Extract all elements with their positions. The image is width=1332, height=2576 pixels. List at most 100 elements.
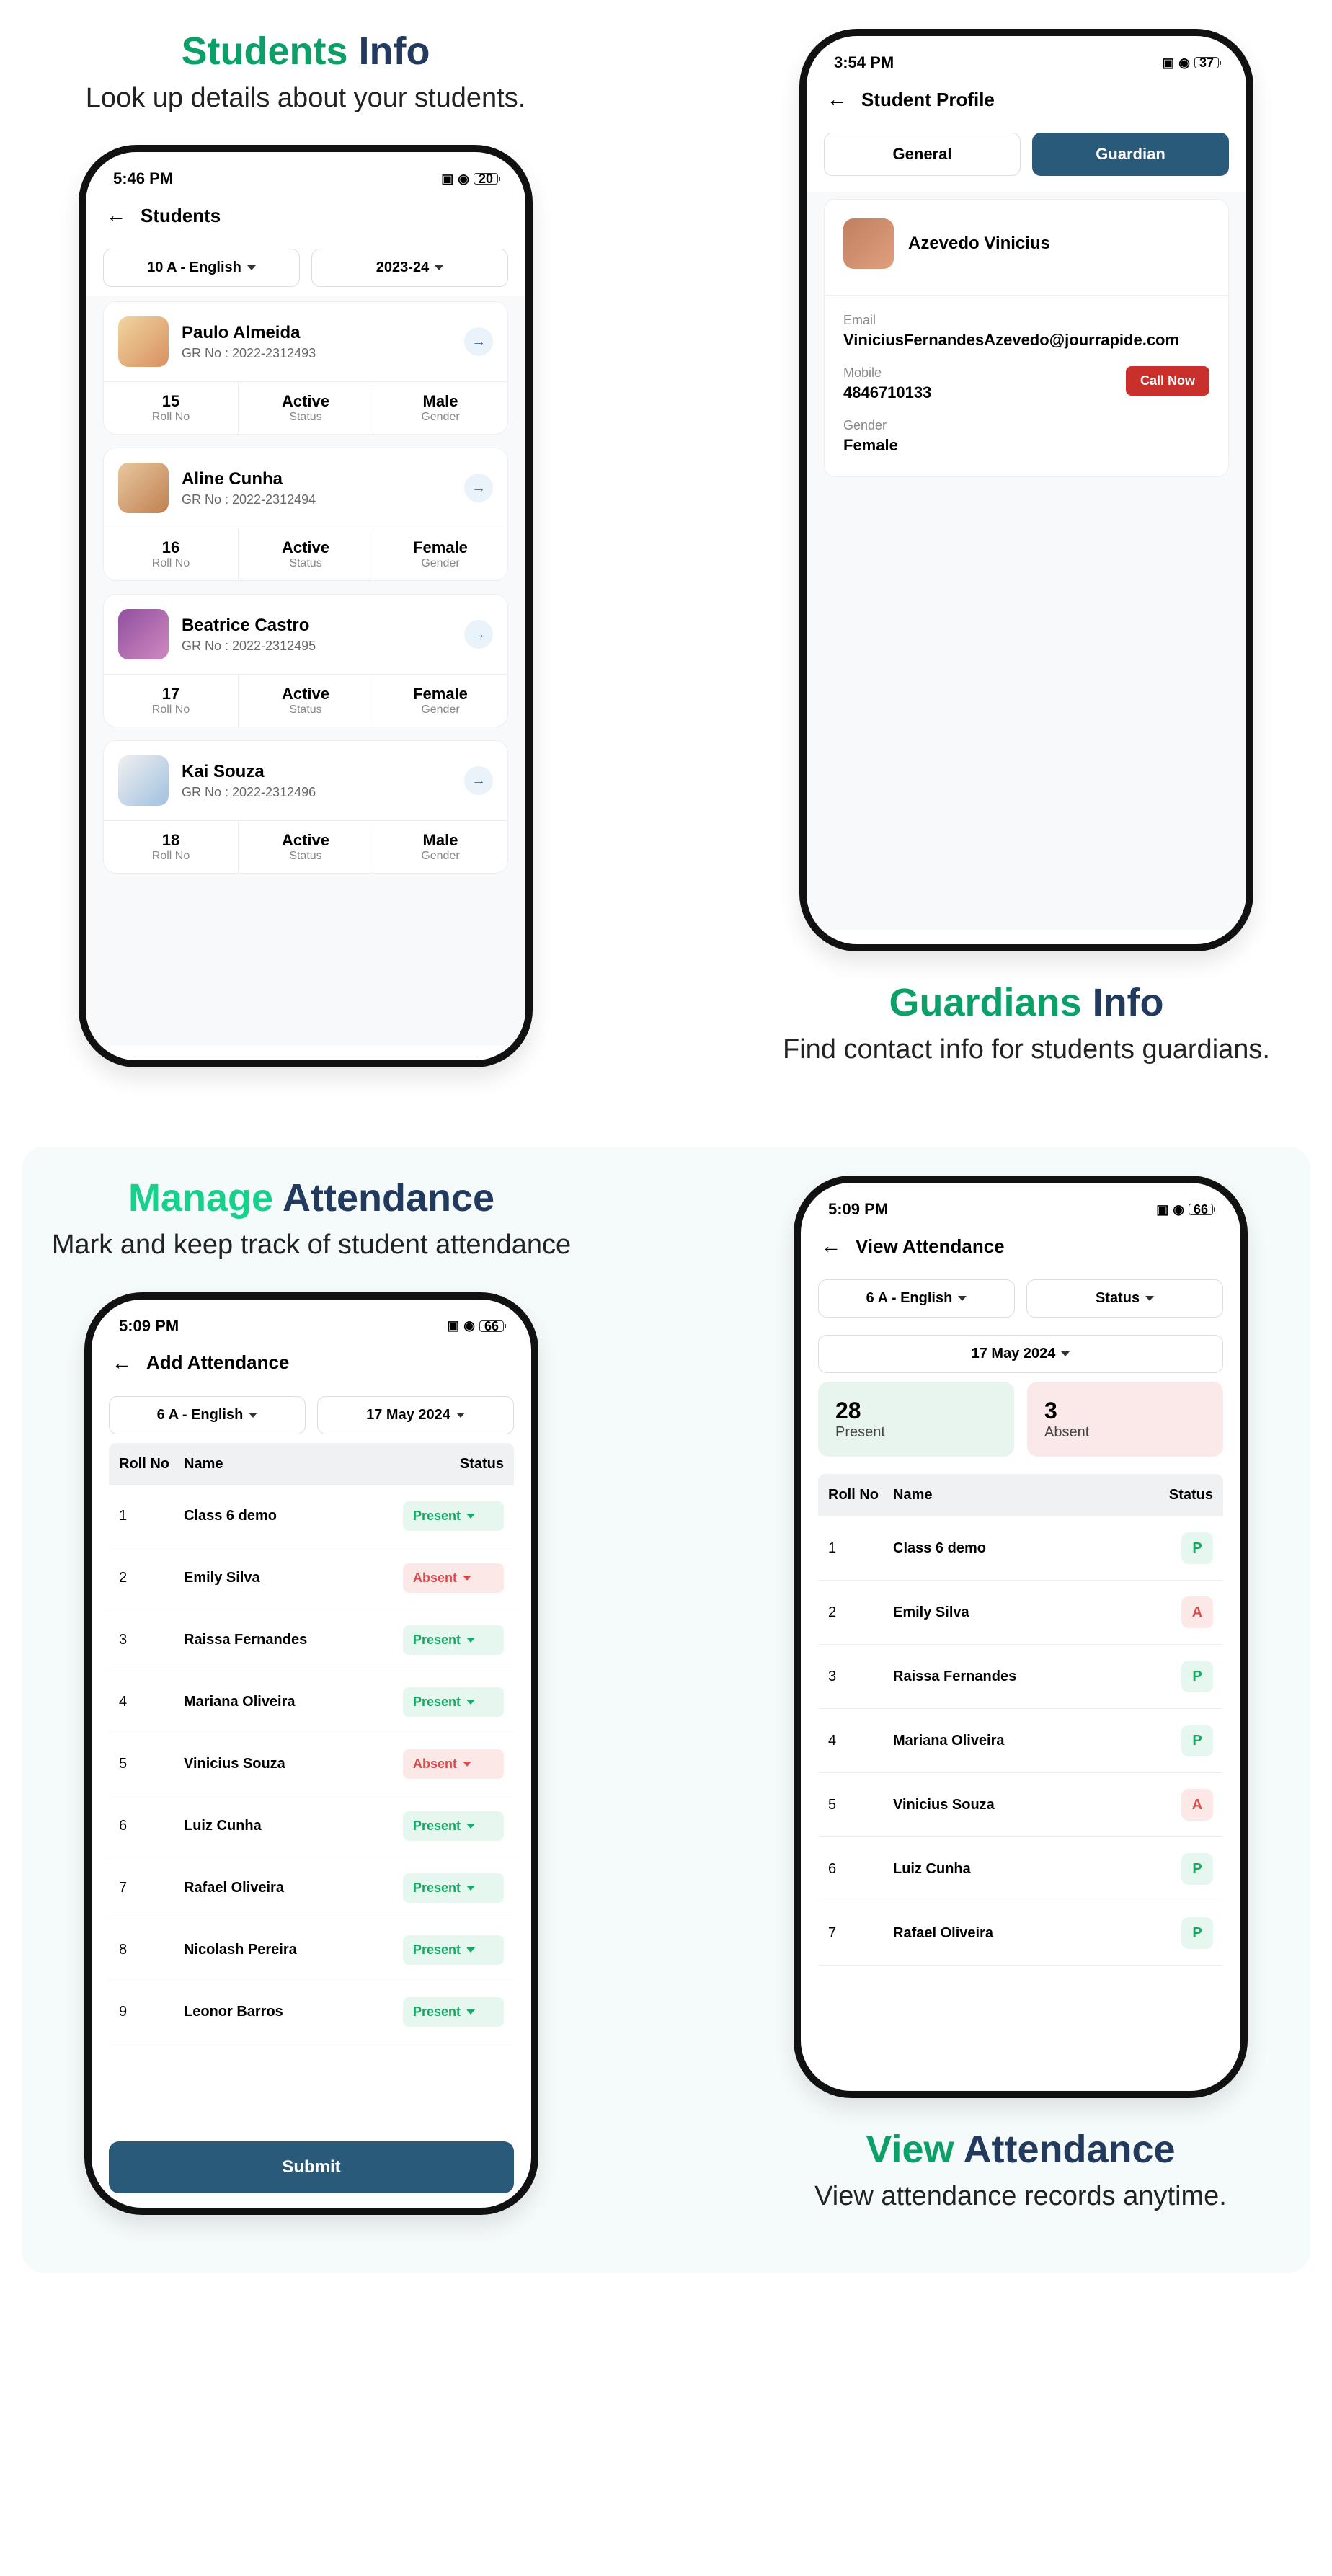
status-dropdown[interactable]: Present xyxy=(403,1997,504,2027)
status-dropdown[interactable]: Present xyxy=(403,1625,504,1655)
filter-class[interactable]: 6 A - English xyxy=(818,1279,1015,1318)
filter-date[interactable]: 17 May 2024 xyxy=(317,1396,514,1434)
header-status: Status xyxy=(403,1456,504,1473)
call-now-button[interactable]: Call Now xyxy=(1126,366,1209,396)
view-attendance-title: View Attendance xyxy=(866,2127,1175,2172)
status-dropdown[interactable]: Present xyxy=(403,1811,504,1841)
cell-roll: 4 xyxy=(828,1733,893,1749)
status-badge: A xyxy=(1181,1789,1213,1821)
phone-profile: 3:54 PM ▣ ◉ 37 ← Student Profile General… xyxy=(799,29,1253,951)
table-row: 9Leonor BarrosPresent xyxy=(109,1981,514,2043)
tab-guardian[interactable]: Guardian xyxy=(1032,133,1229,176)
arrow-right-icon[interactable]: → xyxy=(464,766,493,795)
cell-name: Vinicius Souza xyxy=(893,1797,1148,1813)
gender-label: Gender xyxy=(373,850,507,863)
page-title: View Attendance xyxy=(856,1235,1005,1258)
back-icon[interactable]: ← xyxy=(827,88,847,111)
student-gr: GR No : 2022-2312494 xyxy=(182,492,316,507)
student-name: Kai Souza xyxy=(182,762,316,782)
camera-icon: ▣ xyxy=(441,172,453,187)
wifi-icon: ◉ xyxy=(463,1318,475,1333)
present-count: 28 xyxy=(835,1398,997,1424)
student-gr: GR No : 2022-2312496 xyxy=(182,785,316,800)
chevron-down-icon xyxy=(466,1886,475,1891)
roll-label: Roll No xyxy=(104,850,238,863)
arrow-right-icon[interactable]: → xyxy=(464,327,493,356)
status-bar: 5:46 PM ▣ ◉ 20 xyxy=(103,166,508,191)
camera-icon: ▣ xyxy=(447,1318,459,1333)
status-value: Active xyxy=(239,685,373,703)
filter-class[interactable]: 10 A - English xyxy=(103,249,300,287)
filter-status[interactable]: Status xyxy=(1026,1279,1223,1318)
avatar xyxy=(118,463,169,513)
roll-value: 16 xyxy=(104,538,238,557)
wifi-icon: ◉ xyxy=(1178,55,1190,71)
battery-icon: 66 xyxy=(1189,1204,1213,1215)
cell-name: Rafael Oliveira xyxy=(184,1880,403,1896)
avatar xyxy=(843,218,894,269)
student-gr: GR No : 2022-2312495 xyxy=(182,639,316,654)
status-dropdown[interactable]: Present xyxy=(403,1873,504,1903)
battery-icon: 20 xyxy=(474,173,498,185)
cell-roll: 2 xyxy=(828,1604,893,1621)
wifi-icon: ◉ xyxy=(458,172,469,187)
arrow-right-icon[interactable]: → xyxy=(464,474,493,502)
cell-name: Mariana Oliveira xyxy=(184,1694,403,1710)
back-icon[interactable]: ← xyxy=(106,204,126,227)
status-dropdown[interactable]: Present xyxy=(403,1935,504,1965)
filter-date[interactable]: 17 May 2024 xyxy=(818,1335,1223,1373)
chevron-down-icon xyxy=(463,1576,471,1581)
view-attendance-subtitle: View attendance records anytime. xyxy=(814,2179,1227,2214)
status-dropdown[interactable]: Present xyxy=(403,1687,504,1717)
back-icon[interactable]: ← xyxy=(112,1351,132,1374)
manage-attendance-subtitle: Mark and keep track of student attendanc… xyxy=(52,1227,571,1263)
table-row: 7Rafael OliveiraPresent xyxy=(109,1857,514,1919)
cell-roll: 6 xyxy=(828,1861,893,1878)
submit-button[interactable]: Submit xyxy=(109,2141,514,2193)
table-row: 3Raissa FernandesPresent xyxy=(109,1609,514,1671)
present-label: Present xyxy=(835,1424,997,1441)
status-dropdown[interactable]: Absent xyxy=(403,1749,504,1779)
cell-name: Luiz Cunha xyxy=(893,1861,1148,1878)
chevron-down-icon xyxy=(466,1638,475,1643)
arrow-right-icon[interactable]: → xyxy=(464,620,493,649)
filter-year[interactable]: 2023-24 xyxy=(311,249,508,287)
header-roll: Roll No xyxy=(828,1487,893,1504)
cell-name: Leonor Barros xyxy=(184,2004,403,2020)
status-dropdown[interactable]: Absent xyxy=(403,1563,504,1593)
header-name: Name xyxy=(184,1456,403,1473)
cell-roll: 7 xyxy=(828,1925,893,1942)
cell-roll: 4 xyxy=(119,1694,184,1710)
cell-name: Rafael Oliveira xyxy=(893,1925,1148,1942)
table-header: Roll No Name Status xyxy=(818,1474,1223,1516)
absent-label: Absent xyxy=(1044,1424,1206,1441)
manage-attendance-title: Manage Attendance xyxy=(128,1176,494,1220)
status-time: 5:09 PM xyxy=(119,1317,179,1336)
chevron-down-icon xyxy=(466,2009,475,2015)
status-time: 3:54 PM xyxy=(834,53,894,72)
status-value: Active xyxy=(239,538,373,557)
table-row: 2Emily SilvaAbsent xyxy=(109,1547,514,1609)
cell-name: Luiz Cunha xyxy=(184,1818,403,1834)
header-name: Name xyxy=(893,1487,1148,1504)
students-info-title: Students Info xyxy=(182,29,430,74)
back-icon[interactable]: ← xyxy=(821,1235,841,1258)
roll-label: Roll No xyxy=(104,703,238,716)
page-title: Students xyxy=(141,205,221,227)
cell-name: Nicolash Pereira xyxy=(184,1942,403,1958)
gender-value: Female xyxy=(843,436,1209,455)
gender-value: Male xyxy=(373,831,507,850)
filter-class[interactable]: 6 A - English xyxy=(109,1396,306,1434)
gender-value: Female xyxy=(373,538,507,557)
status-dropdown[interactable]: Present xyxy=(403,1501,504,1531)
student-name: Aline Cunha xyxy=(182,469,316,489)
cell-roll: 7 xyxy=(119,1880,184,1896)
roll-label: Roll No xyxy=(104,411,238,424)
cell-roll: 2 xyxy=(119,1570,184,1586)
chevron-down-icon xyxy=(1145,1296,1154,1301)
phone-add-attendance: 5:09 PM ▣ ◉ 66 ← Add Attendance 6 A - En… xyxy=(84,1292,538,2215)
tab-general[interactable]: General xyxy=(824,133,1021,176)
status-bar: 3:54 PM ▣ ◉ 37 xyxy=(824,50,1229,75)
chevron-down-icon xyxy=(958,1296,967,1301)
chevron-down-icon xyxy=(1061,1351,1070,1356)
